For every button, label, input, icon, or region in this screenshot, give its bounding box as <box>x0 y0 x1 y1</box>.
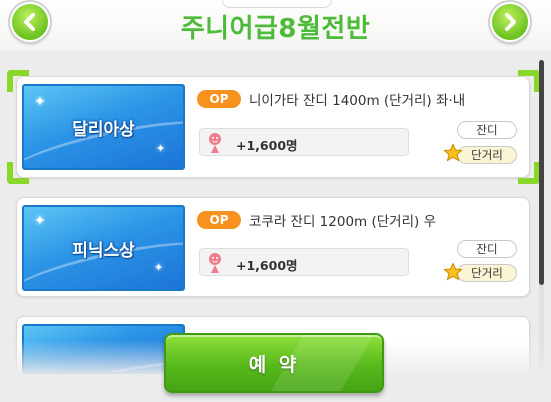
race-banner: ✦ ✦ 달리아상 <box>22 84 185 170</box>
race-banner-name: 달리아상 <box>72 119 135 140</box>
race-banner-name: 피닉스상 <box>72 240 135 261</box>
selection-corner <box>7 162 29 184</box>
race-banner: ✦ ✦ 피닉스상 <box>22 205 185 291</box>
star-icon <box>443 262 463 281</box>
page-title: 주니어급8월전반 <box>180 14 371 44</box>
distance-tag: 단거리 <box>457 264 517 282</box>
sparkle-icon: ✦ <box>34 94 46 110</box>
header-tab <box>222 0 332 8</box>
fans-value: +1,600명 <box>236 138 298 153</box>
chevron-right-icon <box>505 13 516 31</box>
fan-person-icon <box>209 253 221 273</box>
scrollbar-thumb[interactable] <box>539 60 544 285</box>
selection-corner <box>518 162 540 184</box>
next-month-button[interactable] <box>490 2 530 42</box>
prev-month-button[interactable] <box>10 2 50 42</box>
reserve-button[interactable]: 예 약 <box>164 333 384 393</box>
race-card-phoenix[interactable]: ✦ ✦ 피닉스상 OP 코쿠라 잔디 1200m (단거리) 우 +1,600명… <box>16 197 530 297</box>
race-title: 니이가타 잔디 1400m (단거리) 좌·내 <box>249 93 466 109</box>
grade-badge: OP <box>197 211 241 229</box>
fan-person-icon <box>209 133 221 153</box>
header-bar: 주니어급8월전반 <box>0 0 551 50</box>
selection-corner <box>7 70 29 92</box>
sparkle-icon: ✦ <box>156 142 166 155</box>
surface-tag: 잔디 <box>457 121 517 139</box>
fans-reward: +1,600명 <box>199 248 409 276</box>
selection-corner <box>518 70 540 92</box>
surface-tag: 잔디 <box>457 240 517 258</box>
race-title: 코쿠라 잔디 1200m (단거리) 우 <box>249 214 436 230</box>
sparkle-icon: ✦ <box>154 261 164 274</box>
star-icon <box>443 143 463 162</box>
fans-value: +1,600명 <box>236 258 298 273</box>
sparkle-icon: ✦ <box>34 213 46 229</box>
grade-badge: OP <box>197 90 241 108</box>
reserve-button-label: 예 약 <box>248 353 300 376</box>
fans-reward: +1,600명 <box>199 128 409 156</box>
distance-tag: 단거리 <box>457 146 517 164</box>
race-card-dahlia[interactable]: ✦ ✦ 달리아상 OP 니이가타 잔디 1400m (단거리) 좌·내 +1,6… <box>16 76 530 178</box>
chevron-left-icon <box>24 13 35 31</box>
